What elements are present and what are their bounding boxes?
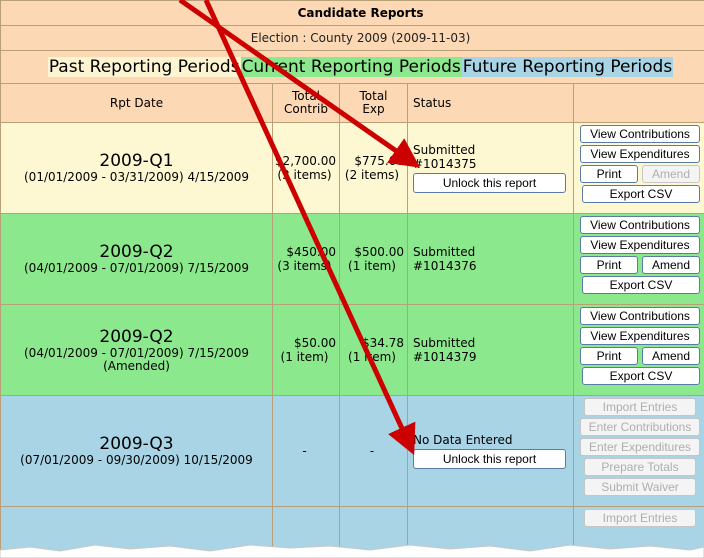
rpt-date-cell: 2009-Q2 (04/01/2009 - 07/01/2009) 7/15/2… (0, 213, 273, 305)
import-entries-button[interactable]: Import Entries (584, 509, 696, 527)
total-contrib-cell: $50.00 (1 item) (272, 304, 340, 396)
status-text: Submitted (413, 143, 476, 157)
column-header-status: Status (407, 83, 574, 123)
tab-future-periods[interactable]: Future Reporting Periods (461, 57, 674, 77)
tab-current-periods[interactable]: Current Reporting Periods (240, 57, 462, 77)
candidate-reports-window: Candidate Reports Election : County 2009… (0, 0, 704, 558)
status-id: #1014375 (413, 157, 477, 171)
column-header-total-contrib: Total Contrib (272, 83, 340, 123)
print-button[interactable]: Print (580, 165, 638, 183)
table-row: 2009-Q2 (04/01/2009 - 07/01/2009) 7/15/2… (0, 213, 704, 305)
column-header-total-exp: Total Exp (339, 83, 408, 123)
total-exp-cell: - (339, 395, 408, 507)
exp-items: (1 item) (348, 350, 396, 364)
export-csv-button[interactable]: Export CSV (582, 185, 700, 203)
candidate-reports-table: Candidate Reports Election : County 2009… (0, 0, 704, 558)
column-header-rpt-date: Rpt Date (0, 83, 273, 123)
contrib-items: (3 items) (277, 259, 332, 273)
total-exp-cell: $500.00 (1 item) (339, 213, 408, 305)
print-amend-group: Print Amend (580, 347, 704, 365)
total-exp-cell: $775.00 (2 items) (339, 122, 408, 214)
rpt-date-cell: 2009-Q1 (01/01/2009 - 03/31/2009) 4/15/2… (0, 122, 273, 214)
exp-items: (1 item) (348, 259, 396, 273)
export-csv-button[interactable]: Export CSV (582, 276, 700, 294)
report-range: (04/01/2009 - 07/01/2009) 7/15/2009 (24, 261, 249, 275)
actions-cell: Import Entries Enter Contributions Enter… (572, 395, 704, 507)
tab-past-periods[interactable]: Past Reporting Periods (47, 57, 241, 77)
actions-cell: View Contributions View Expenditures Pri… (572, 304, 704, 396)
table-row: 2009-Q1 (01/01/2009 - 03/31/2009) 4/15/2… (0, 122, 704, 214)
contrib-amount: $450.00 (286, 245, 336, 259)
unlock-report-button[interactable]: Unlock this report (413, 449, 566, 469)
report-quarter: 2009-Q3 (99, 434, 174, 454)
status-text: Submitted (413, 245, 476, 259)
view-expenditures-button[interactable]: View Expenditures (580, 327, 700, 345)
report-quarter: 2009-Q1 (99, 151, 174, 171)
view-expenditures-button[interactable]: View Expenditures (580, 236, 700, 254)
enter-expenditures-button[interactable]: Enter Expenditures (580, 438, 700, 456)
column-header-actions (572, 83, 704, 123)
contrib-amount: $2,700.00 (274, 154, 336, 168)
table-row: 2009-Q2 (04/01/2009 - 07/01/2009) 7/15/2… (0, 304, 704, 396)
report-range: (01/01/2009 - 03/31/2009) 4/15/2009 (24, 170, 249, 184)
exp-amount: $775.00 (354, 154, 404, 168)
status-cell: Submitted #1014376 (407, 213, 574, 305)
view-contributions-button[interactable]: View Contributions (580, 216, 700, 234)
status-cell: No Data Entered Unlock this report (407, 395, 574, 507)
table-title: Candidate Reports (0, 0, 704, 26)
export-csv-button[interactable]: Export CSV (582, 367, 700, 385)
status-text: Submitted (413, 336, 476, 350)
contrib-amount: $50.00 (294, 336, 336, 350)
print-amend-group: Print Amend (580, 165, 704, 183)
amend-button[interactable]: Amend (642, 256, 700, 274)
report-range: (04/01/2009 - 07/01/2009) 7/15/2009 (24, 345, 249, 360)
view-contributions-button[interactable]: View Contributions (580, 307, 700, 325)
column-header-total-exp-line1: Total (359, 89, 388, 103)
enter-contributions-button[interactable]: Enter Contributions (580, 418, 700, 436)
rpt-date-cell: 2009-Q3 (07/01/2009 - 09/30/2009) 10/15/… (0, 395, 273, 507)
exp-items: (2 items) (344, 168, 400, 182)
exp-amount: $34.78 (362, 336, 404, 350)
submit-waiver-button[interactable]: Submit Waiver (584, 478, 696, 496)
print-button[interactable]: Print (580, 256, 638, 274)
report-quarter: 2009-Q2 (99, 242, 174, 262)
column-header-total-exp-line2: Exp (362, 102, 385, 116)
actions-cell: View Contributions View Expenditures Pri… (572, 213, 704, 305)
print-button[interactable]: Print (580, 347, 638, 365)
period-tabs: Past Reporting Periods Current Reporting … (0, 50, 704, 84)
election-label: Election : County 2009 (2009-11-03) (0, 25, 704, 51)
unlock-report-button[interactable]: Unlock this report (413, 173, 566, 193)
total-contrib-cell: $450.00 (3 items) (272, 213, 340, 305)
amended-note: (Amended) (103, 358, 170, 373)
contrib-items: (1 item) (280, 350, 329, 364)
status-cell: Submitted #1014379 (407, 304, 574, 396)
exp-amount: $500.00 (354, 245, 404, 259)
import-entries-button[interactable]: Import Entries (584, 398, 696, 416)
rpt-date-cell: 2009-Q2 (04/01/2009 - 07/01/2009) 7/15/2… (0, 304, 273, 396)
print-amend-group: Print Amend (580, 256, 704, 274)
table-row: 2009-Q3 (07/01/2009 - 09/30/2009) 10/15/… (0, 395, 704, 507)
view-contributions-button[interactable]: View Contributions (580, 125, 700, 143)
status-text: No Data Entered (413, 433, 513, 447)
status-id: #1014379 (413, 350, 477, 364)
contrib-items: (3 items) (277, 168, 332, 182)
total-contrib-cell: - (272, 395, 340, 507)
report-range: (07/01/2009 - 09/30/2009) 10/15/2009 (20, 453, 253, 467)
amend-button[interactable]: Amend (642, 347, 700, 365)
status-id: #1014376 (413, 259, 477, 273)
amend-button[interactable]: Amend (642, 165, 700, 183)
actions-cell: View Contributions View Expenditures Pri… (572, 122, 704, 214)
total-contrib-cell: $2,700.00 (3 items) (272, 122, 340, 214)
total-exp-cell: $34.78 (1 item) (339, 304, 408, 396)
status-cell: Submitted #1014375 Unlock this report (407, 122, 574, 214)
column-header-total-contrib-line2: Contrib (284, 102, 328, 116)
report-quarter: 2009-Q2 (99, 326, 174, 347)
view-expenditures-button[interactable]: View Expenditures (580, 145, 700, 163)
torn-edge (0, 544, 704, 558)
prepare-totals-button[interactable]: Prepare Totals (584, 458, 696, 476)
column-header-total-contrib-line1: Total (291, 89, 321, 103)
